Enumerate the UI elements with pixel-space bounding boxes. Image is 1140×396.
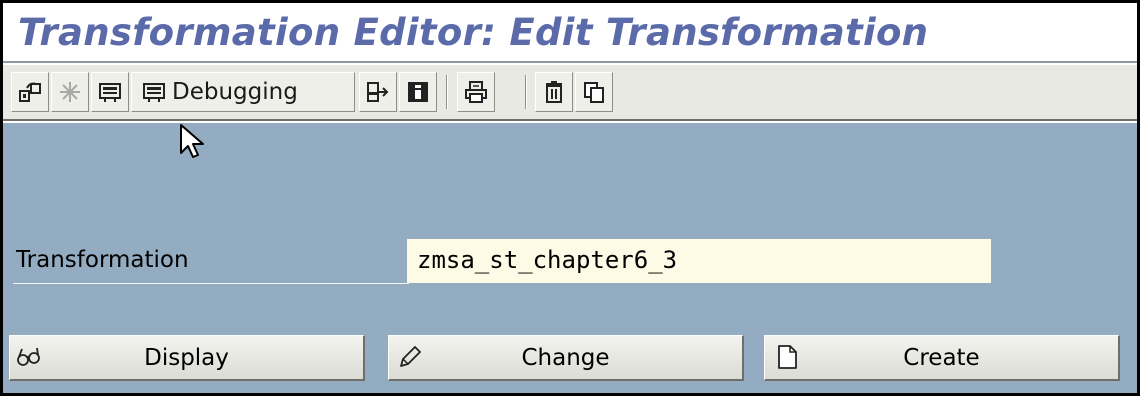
print-icon	[465, 81, 487, 103]
sap-window: Transformation Editor: Edit Transformati…	[0, 0, 1140, 396]
where-used-icon	[367, 82, 389, 102]
display-button[interactable]: Display	[9, 335, 365, 381]
create-label: Create	[903, 345, 980, 371]
where-used-button[interactable]	[359, 72, 397, 112]
copy-button[interactable]	[575, 72, 613, 112]
print-button[interactable]	[457, 72, 495, 112]
label-underline	[13, 283, 409, 284]
page-title: Transformation Editor: Edit Transformati…	[18, 11, 929, 54]
title-bar: Transformation Editor: Edit Transformati…	[3, 3, 1137, 63]
copy-icon	[584, 82, 604, 103]
debugging-button[interactable]: Debugging	[131, 72, 355, 112]
other-object-icon	[19, 82, 41, 102]
transformation-input[interactable]: zmsa_st_chapter6_3	[407, 239, 991, 283]
display-label: Display	[144, 345, 229, 371]
delete-icon	[546, 81, 562, 103]
debugging-label: Debugging	[172, 79, 298, 105]
test-icon	[99, 83, 121, 102]
toolbar-separator	[446, 75, 448, 109]
info-icon	[408, 82, 428, 102]
toolbar-separator	[525, 75, 527, 109]
activate-button[interactable]	[51, 72, 89, 112]
main-content: Transformation zmsa_st_chapter6_3 Displa…	[3, 123, 1137, 393]
change-button[interactable]: Change	[388, 335, 744, 381]
activate-icon	[60, 82, 80, 102]
transformation-label: Transformation	[16, 247, 189, 273]
info-button[interactable]	[399, 72, 437, 112]
test-button[interactable]	[91, 72, 129, 112]
change-label: Change	[521, 345, 610, 371]
mouse-pointer-icon	[180, 124, 204, 158]
application-toolbar: Debugging	[3, 65, 1137, 121]
other-object-button[interactable]	[11, 72, 49, 112]
debugging-icon	[143, 83, 165, 102]
delete-button[interactable]	[535, 72, 573, 112]
create-button[interactable]: Create	[764, 335, 1120, 381]
